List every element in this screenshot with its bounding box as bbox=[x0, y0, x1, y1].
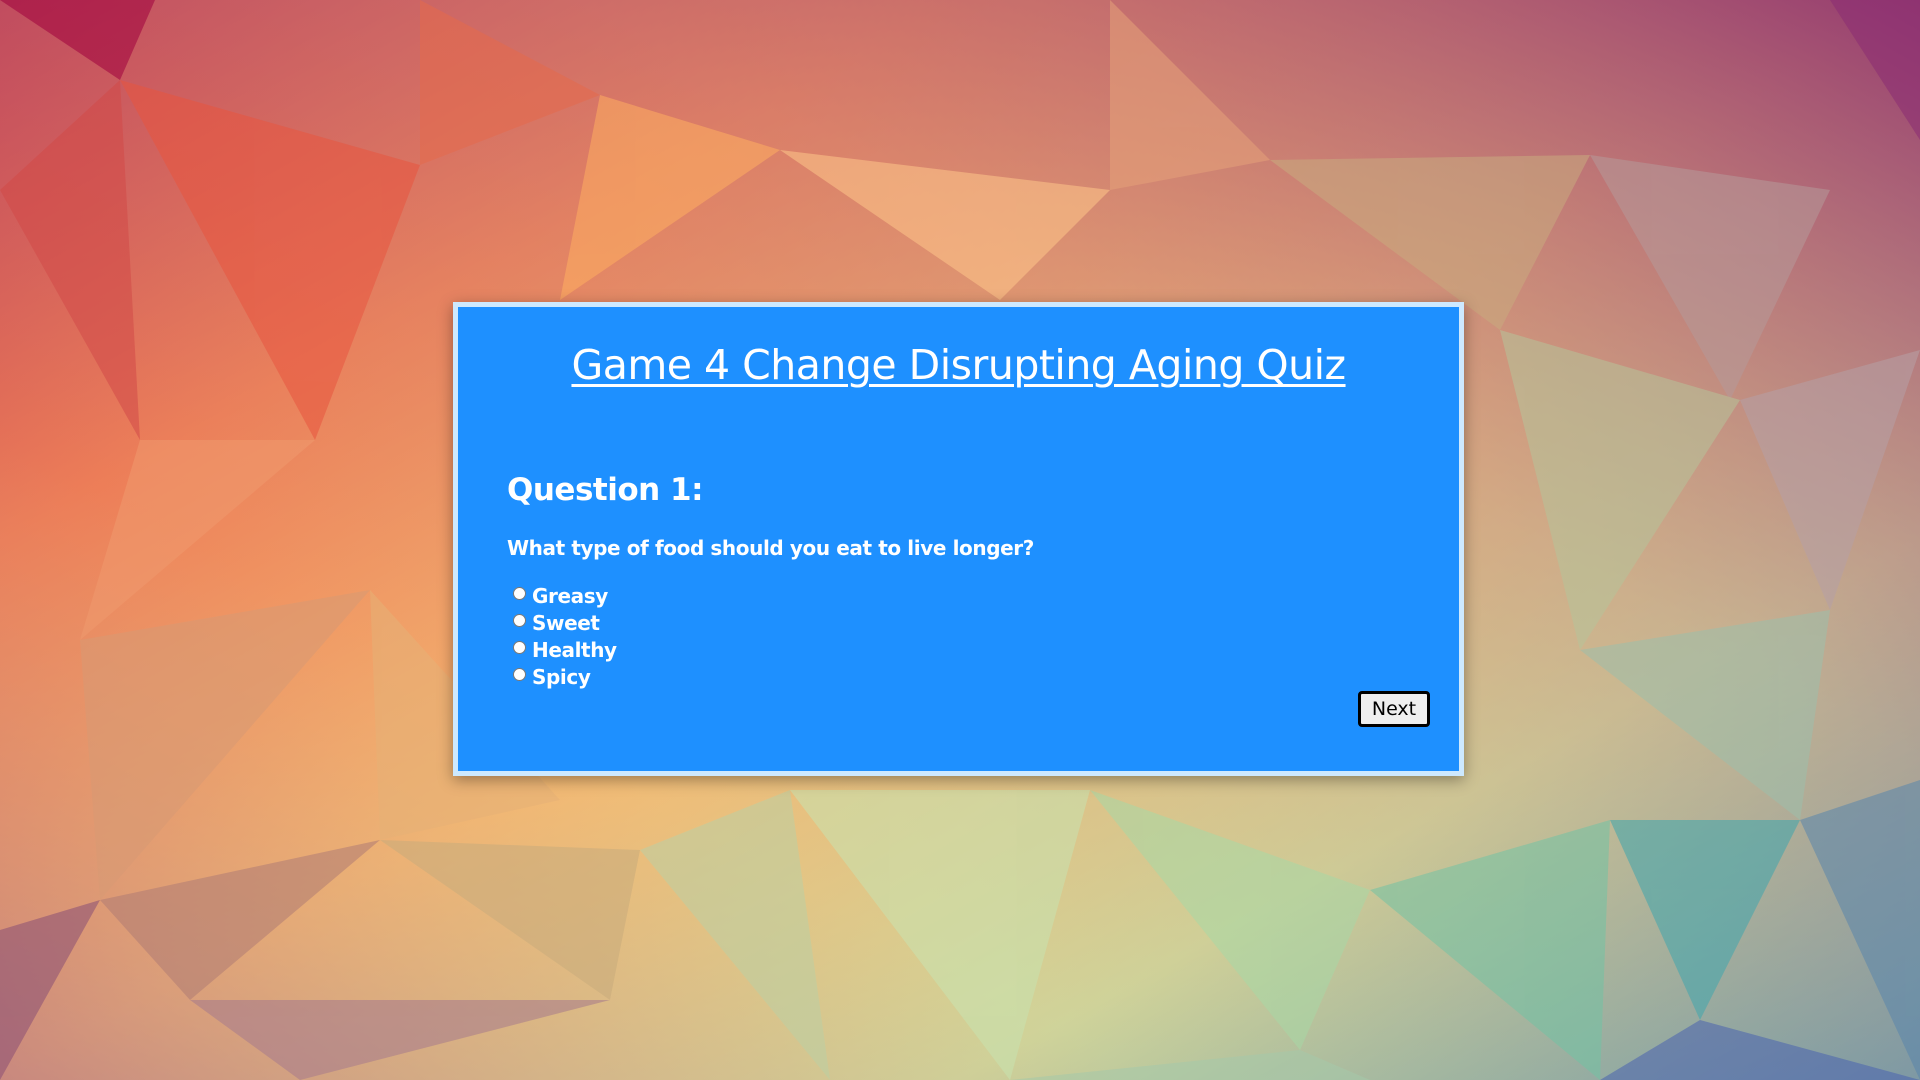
option-label: Spicy bbox=[532, 664, 591, 689]
option-greasy[interactable]: Greasy bbox=[513, 582, 617, 609]
answer-options: Greasy Sweet Healthy Spicy bbox=[513, 582, 617, 690]
option-sweet[interactable]: Sweet bbox=[513, 609, 617, 636]
option-label: Sweet bbox=[532, 610, 600, 635]
radio-sweet[interactable] bbox=[513, 614, 526, 627]
question-text: What type of food should you eat to live… bbox=[507, 536, 1034, 560]
radio-greasy[interactable] bbox=[513, 587, 526, 600]
radio-healthy[interactable] bbox=[513, 641, 526, 654]
option-spicy[interactable]: Spicy bbox=[513, 663, 617, 690]
option-label: Greasy bbox=[532, 583, 608, 608]
option-healthy[interactable]: Healthy bbox=[513, 636, 617, 663]
next-button[interactable]: Next bbox=[1358, 691, 1430, 727]
option-label: Healthy bbox=[532, 637, 617, 662]
radio-spicy[interactable] bbox=[513, 668, 526, 681]
quiz-title: Game 4 Change Disrupting Aging Quiz bbox=[571, 341, 1346, 389]
quiz-card: Game 4 Change Disrupting Aging Quiz Ques… bbox=[453, 302, 1464, 776]
question-heading: Question 1: bbox=[507, 472, 703, 508]
